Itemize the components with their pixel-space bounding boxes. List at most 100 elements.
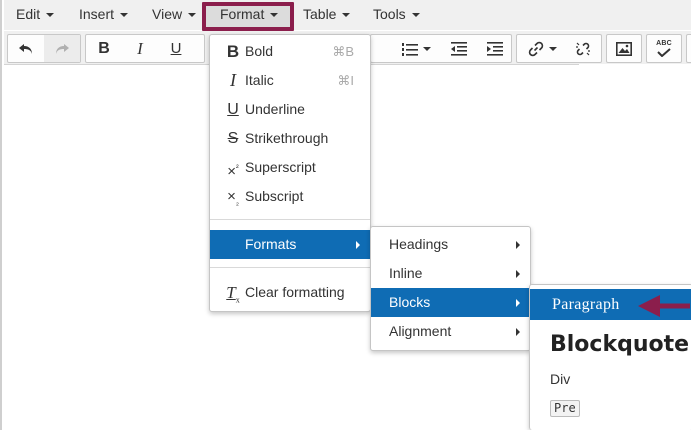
format-menu-item-italic[interactable]: I Italic ⌘I <box>210 66 370 95</box>
unlink-icon <box>576 42 590 55</box>
image-button[interactable] <box>607 35 641 62</box>
underline-button[interactable]: U <box>158 35 194 62</box>
format-menu-item-underline[interactable]: U Underline <box>210 95 370 124</box>
overflow-group <box>686 34 691 63</box>
submenu-item-label: Alignment <box>389 323 452 339</box>
chevron-down-icon <box>188 13 197 17</box>
formats-submenu: Headings Inline Blocks Alignment <box>370 226 531 351</box>
menu-insert[interactable]: Insert <box>79 0 129 30</box>
underline-icon: U <box>170 40 182 57</box>
menu-edit[interactable]: Edit <box>16 0 55 30</box>
shortcut-label: ⌘B <box>332 44 354 59</box>
chevron-right-icon <box>516 241 520 249</box>
editor-content-area[interactable] <box>579 64 691 284</box>
chevron-right-icon <box>516 328 520 336</box>
indent-button[interactable] <box>477 35 513 62</box>
blocks-submenu-item-blockquote[interactable]: Blockquote <box>530 328 691 362</box>
chevron-down-icon <box>342 13 351 17</box>
menu-divider <box>210 267 370 268</box>
italic-icon: I <box>230 70 236 90</box>
editor-frame: Edit Insert View Format Table Tools B I … <box>0 0 691 430</box>
chevron-down-icon <box>422 46 431 51</box>
history-group <box>7 34 81 63</box>
menu-table-label: Table <box>303 6 337 22</box>
unlink-button[interactable] <box>565 35 601 62</box>
submenu-item-label: Blockquote <box>550 332 690 357</box>
subscript-icon: ×₂ <box>227 188 239 207</box>
formats-submenu-item-blocks[interactable]: Blocks <box>371 288 530 317</box>
menu-tools-label: Tools <box>373 6 406 22</box>
blocks-submenu-item-div[interactable]: Div <box>530 365 691 394</box>
chevron-down-icon <box>548 46 557 51</box>
outdent-icon <box>451 41 467 56</box>
submenu-item-label: Headings <box>389 236 449 252</box>
format-menu-item-label: Italic <box>245 72 274 88</box>
italic-icon: I <box>137 38 143 58</box>
menu-table[interactable]: Table <box>303 0 351 30</box>
italic-button[interactable]: I <box>122 35 158 62</box>
chevron-right-icon <box>356 241 360 249</box>
blocks-submenu-item-pre[interactable]: Pre <box>530 393 691 422</box>
link-group <box>516 34 602 63</box>
formats-submenu-item-headings[interactable]: Headings <box>371 230 530 259</box>
chevron-down-icon <box>120 13 129 17</box>
format-menu-item-superscript[interactable]: ×² Superscript <box>210 153 370 182</box>
bold-icon: B <box>98 39 110 57</box>
format-menu-item-label: Formats <box>245 236 297 252</box>
annotation-arrow-icon <box>638 295 690 317</box>
link-button[interactable] <box>519 35 565 62</box>
undo-icon <box>19 43 32 54</box>
menu-view[interactable]: View <box>152 0 197 30</box>
menubar: Edit Insert View Format Table Tools <box>4 0 691 31</box>
clear-formatting-icon: Tx <box>226 283 240 305</box>
formats-submenu-item-alignment[interactable]: Alignment <box>371 317 530 346</box>
spellcheck-group: ABC <box>646 34 682 63</box>
submenu-item-label: Paragraph <box>552 296 620 313</box>
image-group <box>606 34 642 63</box>
format-menu-item-label: Strikethrough <box>245 130 329 146</box>
strikethrough-icon: S <box>227 130 239 147</box>
format-menu-item-formats[interactable]: Formats <box>210 230 370 259</box>
menu-format[interactable]: Format <box>220 0 279 30</box>
format-menu-item-strikethrough[interactable]: S Strikethrough <box>210 124 370 153</box>
numbered-list-icon <box>401 42 418 56</box>
menu-format-label: Format <box>220 6 265 22</box>
format-menu-item-label: Underline <box>245 101 305 117</box>
text-style-group: B I U <box>85 34 205 63</box>
indent-icon <box>487 41 503 56</box>
menu-view-label: View <box>152 6 183 22</box>
spellcheck-button[interactable]: ABC <box>647 35 681 62</box>
format-menu-item-label: Superscript <box>245 159 316 175</box>
outdent-button[interactable] <box>441 35 477 62</box>
menu-divider <box>210 219 370 220</box>
submenu-item-label: Blocks <box>389 294 431 310</box>
format-menu-item-bold[interactable]: B Bold ⌘B <box>210 37 370 66</box>
menu-tools[interactable]: Tools <box>373 0 420 30</box>
underline-icon: U <box>227 101 239 118</box>
format-menu-item-clear-formatting[interactable]: Tx Clear formatting <box>210 278 370 307</box>
format-menu-item-label: Bold <box>245 43 274 59</box>
submenu-item-label: Inline <box>389 265 423 281</box>
chevron-down-icon <box>46 13 55 17</box>
submenu-item-label: Pre <box>550 400 580 417</box>
formats-submenu-item-inline[interactable]: Inline <box>371 259 530 288</box>
submenu-item-label: Div <box>550 371 571 387</box>
spellcheck-label: ABC <box>656 40 672 47</box>
spellcheck-icon <box>657 48 671 57</box>
bold-icon: B <box>226 42 240 61</box>
chevron-down-icon <box>411 13 420 17</box>
list-group <box>370 34 512 63</box>
redo-button[interactable] <box>44 35 80 62</box>
redo-icon <box>56 43 69 54</box>
format-menu-item-subscript[interactable]: ×₂ Subscript <box>210 182 370 211</box>
bold-button[interactable]: B <box>86 35 122 62</box>
chevron-right-icon <box>516 299 520 307</box>
link-icon <box>528 41 543 56</box>
chevron-right-icon <box>516 270 520 278</box>
chevron-down-icon <box>270 13 279 17</box>
format-menu-item-label: Subscript <box>245 188 304 204</box>
menu-edit-label: Edit <box>16 6 41 22</box>
numbered-list-button[interactable] <box>391 35 441 62</box>
shortcut-label: ⌘I <box>337 73 354 88</box>
undo-button[interactable] <box>8 35 44 62</box>
